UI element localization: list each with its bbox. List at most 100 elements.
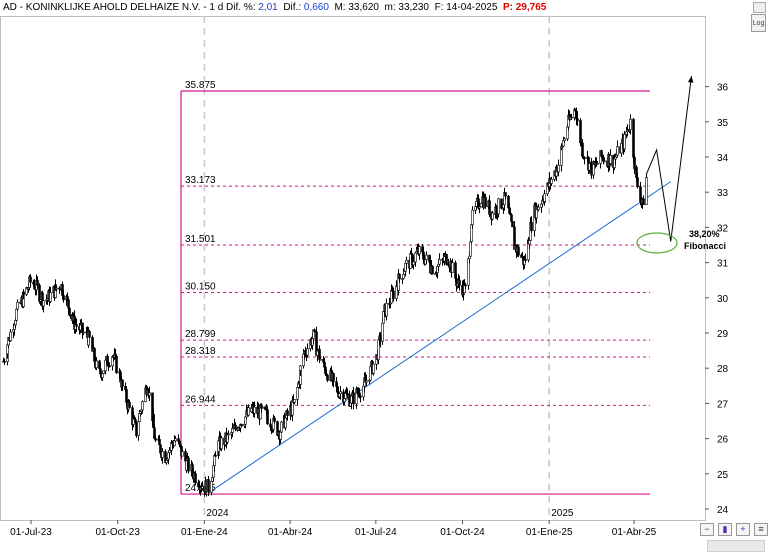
year-label: 2024 <box>206 508 229 519</box>
candle <box>560 146 563 172</box>
candle-body <box>632 118 635 158</box>
candle-body <box>517 246 520 256</box>
support-trendline <box>207 181 672 494</box>
candle-body <box>234 424 237 430</box>
candle-body <box>583 157 586 159</box>
candle-body <box>247 407 250 416</box>
candle-body <box>15 308 18 321</box>
candle-body <box>332 373 335 377</box>
candle-body <box>227 433 230 436</box>
candle-body <box>458 279 461 286</box>
candle-body <box>286 410 289 416</box>
candle <box>543 189 546 204</box>
candle-body <box>22 291 25 295</box>
candle-body <box>451 262 454 273</box>
x-tick-label: 01-Ene-25 <box>526 527 573 538</box>
candle-body <box>128 402 131 408</box>
candle-body <box>464 284 467 287</box>
zoom-in-icon[interactable]: + <box>736 523 750 536</box>
candle-body <box>365 380 368 383</box>
candle <box>187 456 190 474</box>
candle-body <box>158 438 161 446</box>
candle-body <box>154 438 157 441</box>
candle-body <box>260 404 263 409</box>
y-tick-label: 32 <box>717 223 729 234</box>
candle <box>642 195 645 205</box>
candle-body <box>207 479 210 493</box>
candle-body <box>108 365 111 367</box>
fib-annotation-pct: 38,20% <box>689 229 720 239</box>
x-tick-label: 01-Abr-25 <box>612 527 657 538</box>
candle <box>16 299 19 311</box>
candle-body <box>581 142 584 157</box>
zoom-out-icon[interactable]: − <box>700 523 714 536</box>
candles-layer <box>2 107 648 497</box>
price-chart[interactable]: 35.875 33.173 31.501 30.150 28.799 28.318 26.9… <box>0 0 770 554</box>
fib-level-label: 35.875 <box>185 80 216 91</box>
candle-body <box>181 451 184 457</box>
x-tick-label: 01-Ene-24 <box>181 527 228 538</box>
candle-body <box>3 361 6 363</box>
candle-body <box>616 146 619 156</box>
candle-body <box>306 348 309 356</box>
candle-body <box>95 360 98 369</box>
candle-body <box>280 421 283 433</box>
candle-body <box>339 391 342 394</box>
candle-body <box>68 307 71 316</box>
candle-body <box>425 254 428 260</box>
candle-body <box>504 192 507 197</box>
y-tick-label: 31 <box>717 259 729 270</box>
candle-body <box>642 198 645 205</box>
fib-level-label: 33.173 <box>185 175 216 186</box>
candle-body <box>392 290 395 299</box>
candle-body <box>220 437 223 449</box>
candle-body <box>431 265 434 275</box>
y-tick-label: 25 <box>717 470 729 481</box>
horizontal-scrollbar[interactable] <box>707 540 765 552</box>
candle-body <box>88 330 91 338</box>
candle-body <box>313 329 316 333</box>
candle <box>115 354 118 374</box>
candle <box>88 330 91 339</box>
plot-frame <box>0 16 706 521</box>
x-tick-label: 01-Jul-23 <box>10 527 52 538</box>
candle-body <box>412 261 415 266</box>
y-tick-label: 33 <box>717 188 729 199</box>
candle <box>609 149 612 166</box>
candle-body <box>213 455 216 467</box>
candle-body <box>174 438 177 442</box>
candle-body <box>67 299 70 309</box>
close-panel-button[interactable] <box>753 2 766 13</box>
fib-level-label: 28.799 <box>185 329 216 340</box>
cursor-icon[interactable]: ▮ <box>718 523 732 536</box>
candle <box>280 420 283 433</box>
candle <box>161 448 164 464</box>
candle-body <box>530 222 533 232</box>
candle-body <box>210 480 213 493</box>
candle-body <box>273 417 276 422</box>
candle-body <box>543 193 546 202</box>
candle-body <box>134 419 137 423</box>
candle-body <box>178 440 181 445</box>
candle-body <box>414 252 417 263</box>
candle <box>135 421 138 438</box>
candle-body <box>326 374 329 381</box>
candle-body <box>609 155 612 164</box>
candle-body <box>623 134 626 150</box>
candle <box>42 300 45 313</box>
candle <box>645 173 648 205</box>
y-tick-label: 29 <box>717 329 729 340</box>
candle-body <box>187 457 190 472</box>
candle-body <box>168 450 171 454</box>
candle <box>583 156 586 165</box>
candle-body <box>214 455 217 457</box>
candle-body <box>510 214 513 222</box>
x-tick-label: 01-Jul-24 <box>355 527 397 538</box>
candle-body <box>524 259 527 261</box>
log-scale-button[interactable]: Log <box>751 14 766 32</box>
candle-body <box>352 392 355 405</box>
candle-body <box>115 355 118 374</box>
candle <box>385 298 388 321</box>
candle-body <box>319 358 322 361</box>
settings-icon[interactable]: ≡ <box>754 523 768 536</box>
